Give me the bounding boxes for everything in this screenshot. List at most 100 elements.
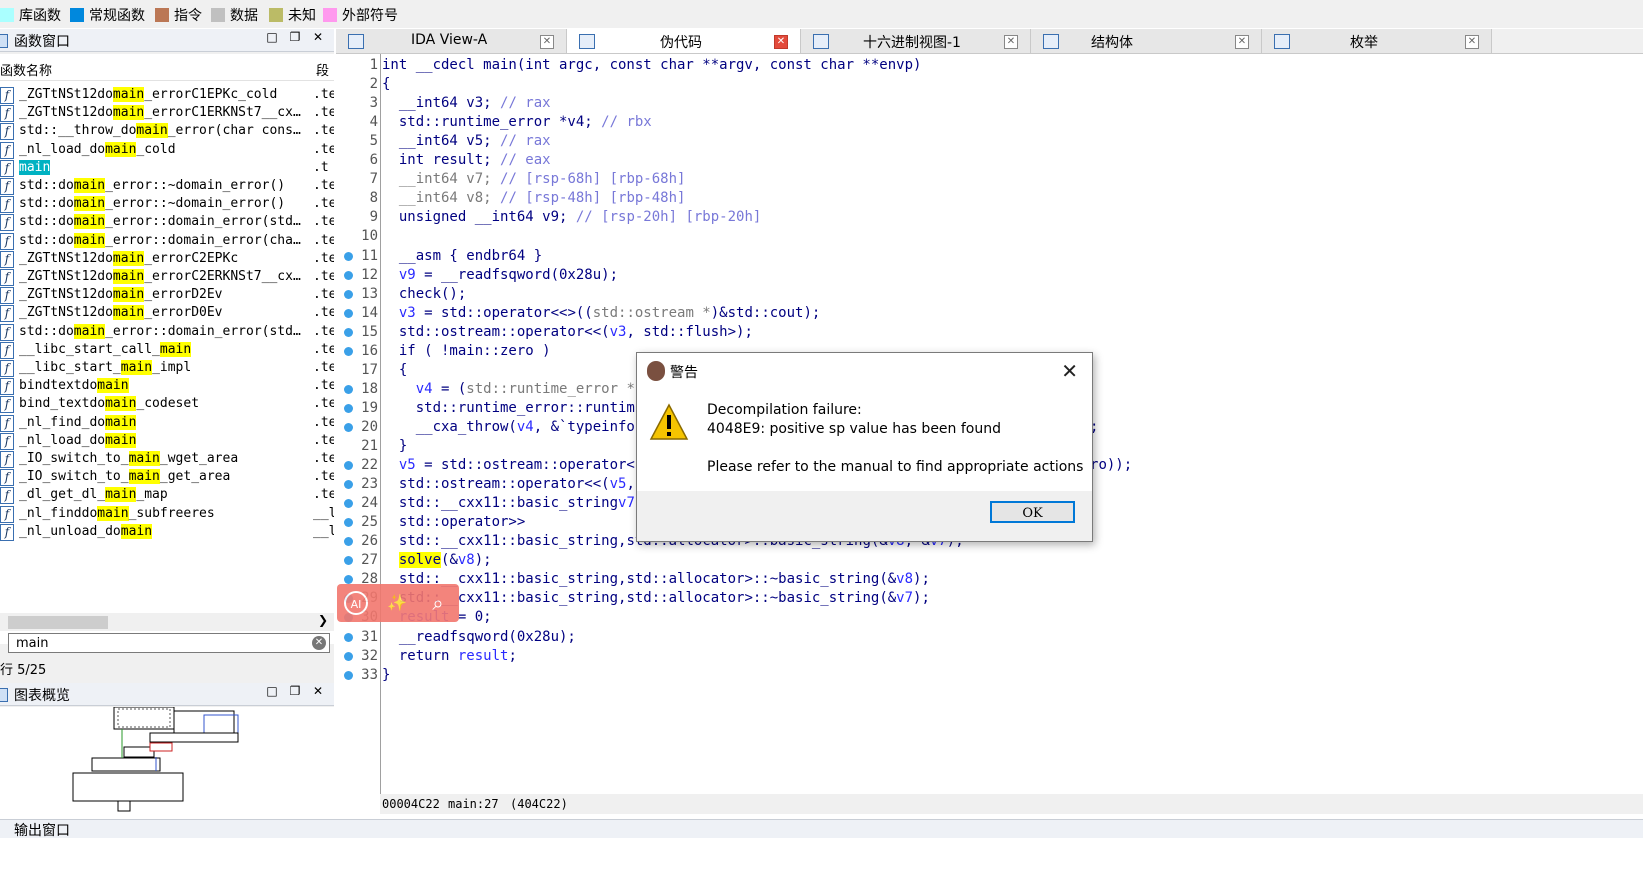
code-line[interactable]: 1 int __cdecl main(int argc, const char *… — [336, 56, 1596, 75]
function-row[interactable]: f _ZGTtNSt12domain_errorC1ERKNSt7__cx… .te — [0, 104, 334, 123]
function-row[interactable]: f _dl_get_dl_main_map .te — [0, 486, 334, 505]
breakpoint-dot-icon[interactable] — [344, 499, 353, 509]
function-row[interactable]: f _IO_switch_to_main_wget_area .te — [0, 450, 334, 468]
search-input[interactable]: main ✕ — [8, 633, 330, 653]
breakpoint-dot-icon[interactable] — [344, 518, 353, 528]
function-row[interactable]: f bind_textdomain_codeset .te — [0, 395, 334, 414]
function-row[interactable]: f std::domain_error::domain_error(std… .te — [0, 213, 334, 232]
function-row[interactable]: f _nl_unload_domain __l — [0, 523, 334, 541]
function-row[interactable]: f _nl_finddomain_subfreeres __l — [0, 505, 334, 523]
breakpoint-dot-icon[interactable] — [344, 632, 353, 642]
function-row[interactable]: f _ZGTtNSt12domain_errorD2Ev .te — [0, 286, 334, 305]
code-line[interactable]: 5 __int64 v5; // rax — [336, 132, 1596, 151]
code-line[interactable]: 29 std::__cxx11::basic_string,std::alloc… — [336, 589, 1596, 608]
minimize-icon[interactable]: □ — [264, 30, 280, 48]
function-row[interactable]: f std::domain_error::domain_error(std… .te — [0, 323, 334, 341]
function-row[interactable]: f main .t — [0, 159, 334, 177]
breakpoint-dot-icon[interactable] — [344, 670, 353, 680]
breakpoint-dot-icon[interactable] — [344, 289, 353, 299]
breakpoint-dot-icon[interactable] — [344, 651, 353, 661]
breakpoint-dot-icon[interactable] — [344, 461, 353, 471]
breakpoint-dot-icon[interactable] — [344, 384, 353, 394]
function-row[interactable]: f _nl_load_domain .te — [0, 432, 334, 450]
function-row[interactable]: f _nl_load_domain_cold .te — [0, 141, 334, 159]
code-line[interactable]: 4 std::runtime_error *v4; // rbx — [336, 113, 1596, 132]
code-line[interactable]: 14 v3 = std::operator<<>((std::ostream *… — [336, 304, 1596, 323]
scrollbar-thumb[interactable] — [8, 616, 108, 629]
code-line[interactable]: 12 v9 = __readfsqword(0x28u); — [336, 266, 1596, 285]
function-list[interactable]: 函数名称 段 f _ZGTtNSt12domain_errorC1EPKc_col… — [0, 54, 334, 644]
output-window-titlebar[interactable]: 输出窗口 — [0, 819, 1643, 839]
function-row[interactable]: f _ZGTtNSt12domain_errorC1EPKc_cold .te — [0, 86, 334, 104]
code-line[interactable]: 8 __int64 v8; // [rsp-48h] [rbp-48h] — [336, 189, 1596, 208]
minimize-icon[interactable]: □ — [264, 684, 280, 702]
breakpoint-dot-icon[interactable] — [344, 308, 353, 318]
function-row[interactable]: f _ZGTtNSt12domain_errorC2EPKc .te — [0, 250, 334, 268]
code-line[interactable]: 15 std::ostream::operator<<(v3, std::flu… — [336, 323, 1596, 342]
breakpoint-dot-icon[interactable] — [344, 251, 353, 261]
float-icon[interactable]: ❐ — [287, 30, 303, 48]
editor-tab[interactable]: 结构体 ✕ — [1031, 29, 1262, 53]
code-line[interactable]: 7 __int64 v7; // [rsp-68h] [rbp-68h] — [336, 170, 1596, 189]
function-row[interactable]: f std::domain_error::domain_error(cha… .te — [0, 232, 334, 250]
column-header-segment[interactable]: 段 — [316, 60, 329, 79]
close-icon[interactable]: ✕ — [310, 30, 326, 48]
code-line[interactable]: 10 — [336, 227, 1596, 246]
code-line[interactable]: 30 result = 0; — [336, 608, 1596, 627]
breakpoint-dot-icon[interactable] — [344, 346, 353, 356]
editor-tab[interactable]: 十六进制视图-1 ✕ — [801, 29, 1031, 53]
code-line[interactable]: 13 check(); — [336, 285, 1596, 304]
code-line[interactable]: 6 int result; // eax — [336, 151, 1596, 170]
breakpoint-dot-icon[interactable] — [344, 537, 353, 547]
code-line[interactable]: 9 unsigned __int64 v9; // [rsp-20h] [rbp… — [336, 208, 1596, 227]
float-icon[interactable]: ❐ — [287, 684, 303, 702]
close-icon[interactable]: ✕ — [310, 684, 326, 702]
search-icon[interactable]: ⌕ — [426, 591, 450, 615]
dialog-titlebar[interactable]: 警告 ✕ — [637, 353, 1092, 389]
horizontal-scrollbar[interactable]: ❯ — [0, 613, 334, 631]
code-line[interactable]: 31 __readfsqword(0x28u); — [336, 628, 1596, 647]
breakpoint-dot-icon[interactable] — [344, 403, 353, 413]
tab-close-icon[interactable]: ✕ — [1465, 35, 1479, 49]
breakpoint-dot-icon[interactable] — [344, 480, 353, 490]
tab-close-icon[interactable]: ✕ — [1004, 35, 1018, 49]
code-line[interactable]: 27 solve(&v8); — [336, 551, 1596, 570]
code-line[interactable]: 28 std::__cxx11::basic_string,std::alloc… — [336, 570, 1596, 589]
ok-button[interactable]: OK — [990, 501, 1075, 523]
function-row[interactable]: f _ZGTtNSt12domain_errorD0Ev .te — [0, 304, 334, 323]
functions-window-titlebar[interactable]: 函数窗口 □ ❐ ✕ — [0, 29, 334, 52]
tab-close-icon[interactable]: ✕ — [1235, 35, 1249, 49]
function-row[interactable]: f std::__throw_domain_error(char cons… .te — [0, 122, 334, 141]
code-line[interactable]: 11 __asm { endbr64 } — [336, 247, 1596, 266]
function-row[interactable]: f __libc_start_call_main .te — [0, 341, 334, 359]
function-row[interactable]: f bindtextdomain .te — [0, 377, 334, 396]
close-icon[interactable]: ✕ — [1061, 359, 1078, 383]
ai-assistant-icon[interactable]: AI — [344, 591, 368, 615]
breakpoint-dot-icon[interactable] — [344, 556, 353, 566]
breakpoint-dot-icon[interactable] — [344, 422, 353, 432]
code-line[interactable]: 33} — [336, 666, 1596, 685]
scroll-right-icon[interactable]: ❯ — [318, 613, 328, 627]
editor-tab[interactable]: 枚举 ✕ — [1262, 29, 1492, 53]
function-row[interactable]: f _IO_switch_to_main_get_area .te — [0, 468, 334, 487]
column-header-name[interactable]: 函数名称 — [0, 60, 52, 79]
tab-close-icon[interactable]: ✕ — [540, 35, 554, 49]
clear-search-icon[interactable]: ✕ — [312, 636, 326, 650]
function-row[interactable]: f std::domain_error::~domain_error() .te — [0, 195, 334, 214]
graph-overview[interactable] — [0, 706, 334, 819]
code-line[interactable]: 3 __int64 v3; // rax — [336, 94, 1596, 113]
function-row[interactable]: f __libc_start_main_impl .te — [0, 359, 334, 377]
function-row[interactable]: f _nl_find_domain .te — [0, 414, 334, 432]
tab-close-icon[interactable]: ✕ — [774, 35, 788, 49]
graph-overview-titlebar[interactable]: 图表概览 □ ❐ ✕ — [0, 683, 334, 706]
breakpoint-dot-icon[interactable] — [344, 270, 353, 280]
editor-tab[interactable]: 伪代码 ✕ — [567, 29, 801, 53]
breakpoint-dot-icon[interactable] — [344, 575, 353, 585]
magic-wand-icon[interactable]: ✨ — [385, 591, 409, 615]
breakpoint-dot-icon[interactable] — [344, 327, 353, 337]
function-row[interactable]: f std::domain_error::~domain_error() .te — [0, 177, 334, 195]
code-line[interactable]: 32 return result; — [336, 647, 1596, 666]
function-row[interactable]: f _ZGTtNSt12domain_errorC2ERKNSt7__cx… .te — [0, 268, 334, 286]
code-line[interactable]: 2{ — [336, 75, 1596, 94]
editor-tab[interactable]: IDA View-A ✕ — [336, 29, 567, 53]
